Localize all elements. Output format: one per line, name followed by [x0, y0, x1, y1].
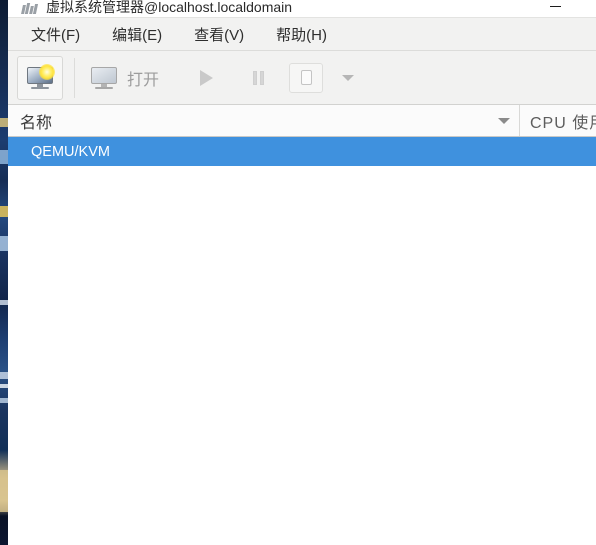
pause-icon — [253, 70, 265, 85]
table-row[interactable]: QEMU/KVM — [8, 137, 596, 166]
connection-name: QEMU/KVM — [31, 143, 110, 160]
column-header-cpu[interactable]: CPU 使用 — [520, 105, 596, 136]
play-icon — [200, 69, 214, 86]
shutdown-menu-button[interactable] — [335, 56, 361, 100]
menu-help[interactable]: 帮助(H) — [265, 21, 338, 48]
title-bar: 虚拟系统管理器@localhost.localdomain — [8, 0, 596, 17]
virt-manager-window: 虚拟系统管理器@localhost.localdomain 文件(F) 编辑(E… — [8, 0, 596, 545]
minimize-icon — [549, 5, 561, 8]
chevron-down-icon — [342, 74, 355, 81]
minimize-button[interactable] — [542, 0, 568, 17]
menu-edit[interactable]: 编辑(E) — [101, 21, 173, 48]
pause-button[interactable] — [244, 56, 273, 100]
triangle-down-icon — [498, 117, 510, 124]
monitor-icon — [91, 66, 117, 89]
open-button[interactable]: 打开 — [81, 56, 169, 100]
column-header-cpu-label: CPU 使用 — [530, 114, 596, 132]
new-virtual-machine-button[interactable] — [17, 55, 63, 100]
new-virtual-machine-icon — [27, 63, 55, 89]
toolbar: 打开 — [8, 51, 596, 105]
window-title: 虚拟系统管理器@localhost.localdomain — [46, 0, 293, 15]
column-header-name[interactable]: 名称 — [8, 105, 520, 136]
shutdown-icon — [300, 70, 312, 85]
open-button-label: 打开 — [127, 71, 160, 89]
list-header: 名称 CPU 使用 — [8, 105, 596, 137]
menu-view[interactable]: 查看(V) — [183, 21, 255, 48]
screen: 虚拟系统管理器@localhost.localdomain 文件(F) 编辑(E… — [0, 0, 596, 545]
menu-file[interactable]: 文件(F) — [20, 21, 91, 48]
desktop-background-strip — [0, 0, 8, 545]
connection-list: QEMU/KVM — [8, 137, 596, 545]
toolbar-separator — [74, 57, 75, 98]
window-controls — [542, 0, 568, 17]
virt-manager-icon — [21, 2, 39, 15]
shutdown-button[interactable] — [289, 62, 324, 93]
menu-bar: 文件(F) 编辑(E) 查看(V) 帮助(H) — [8, 17, 596, 51]
column-header-name-label: 名称 — [20, 114, 53, 132]
run-button[interactable] — [191, 56, 222, 100]
